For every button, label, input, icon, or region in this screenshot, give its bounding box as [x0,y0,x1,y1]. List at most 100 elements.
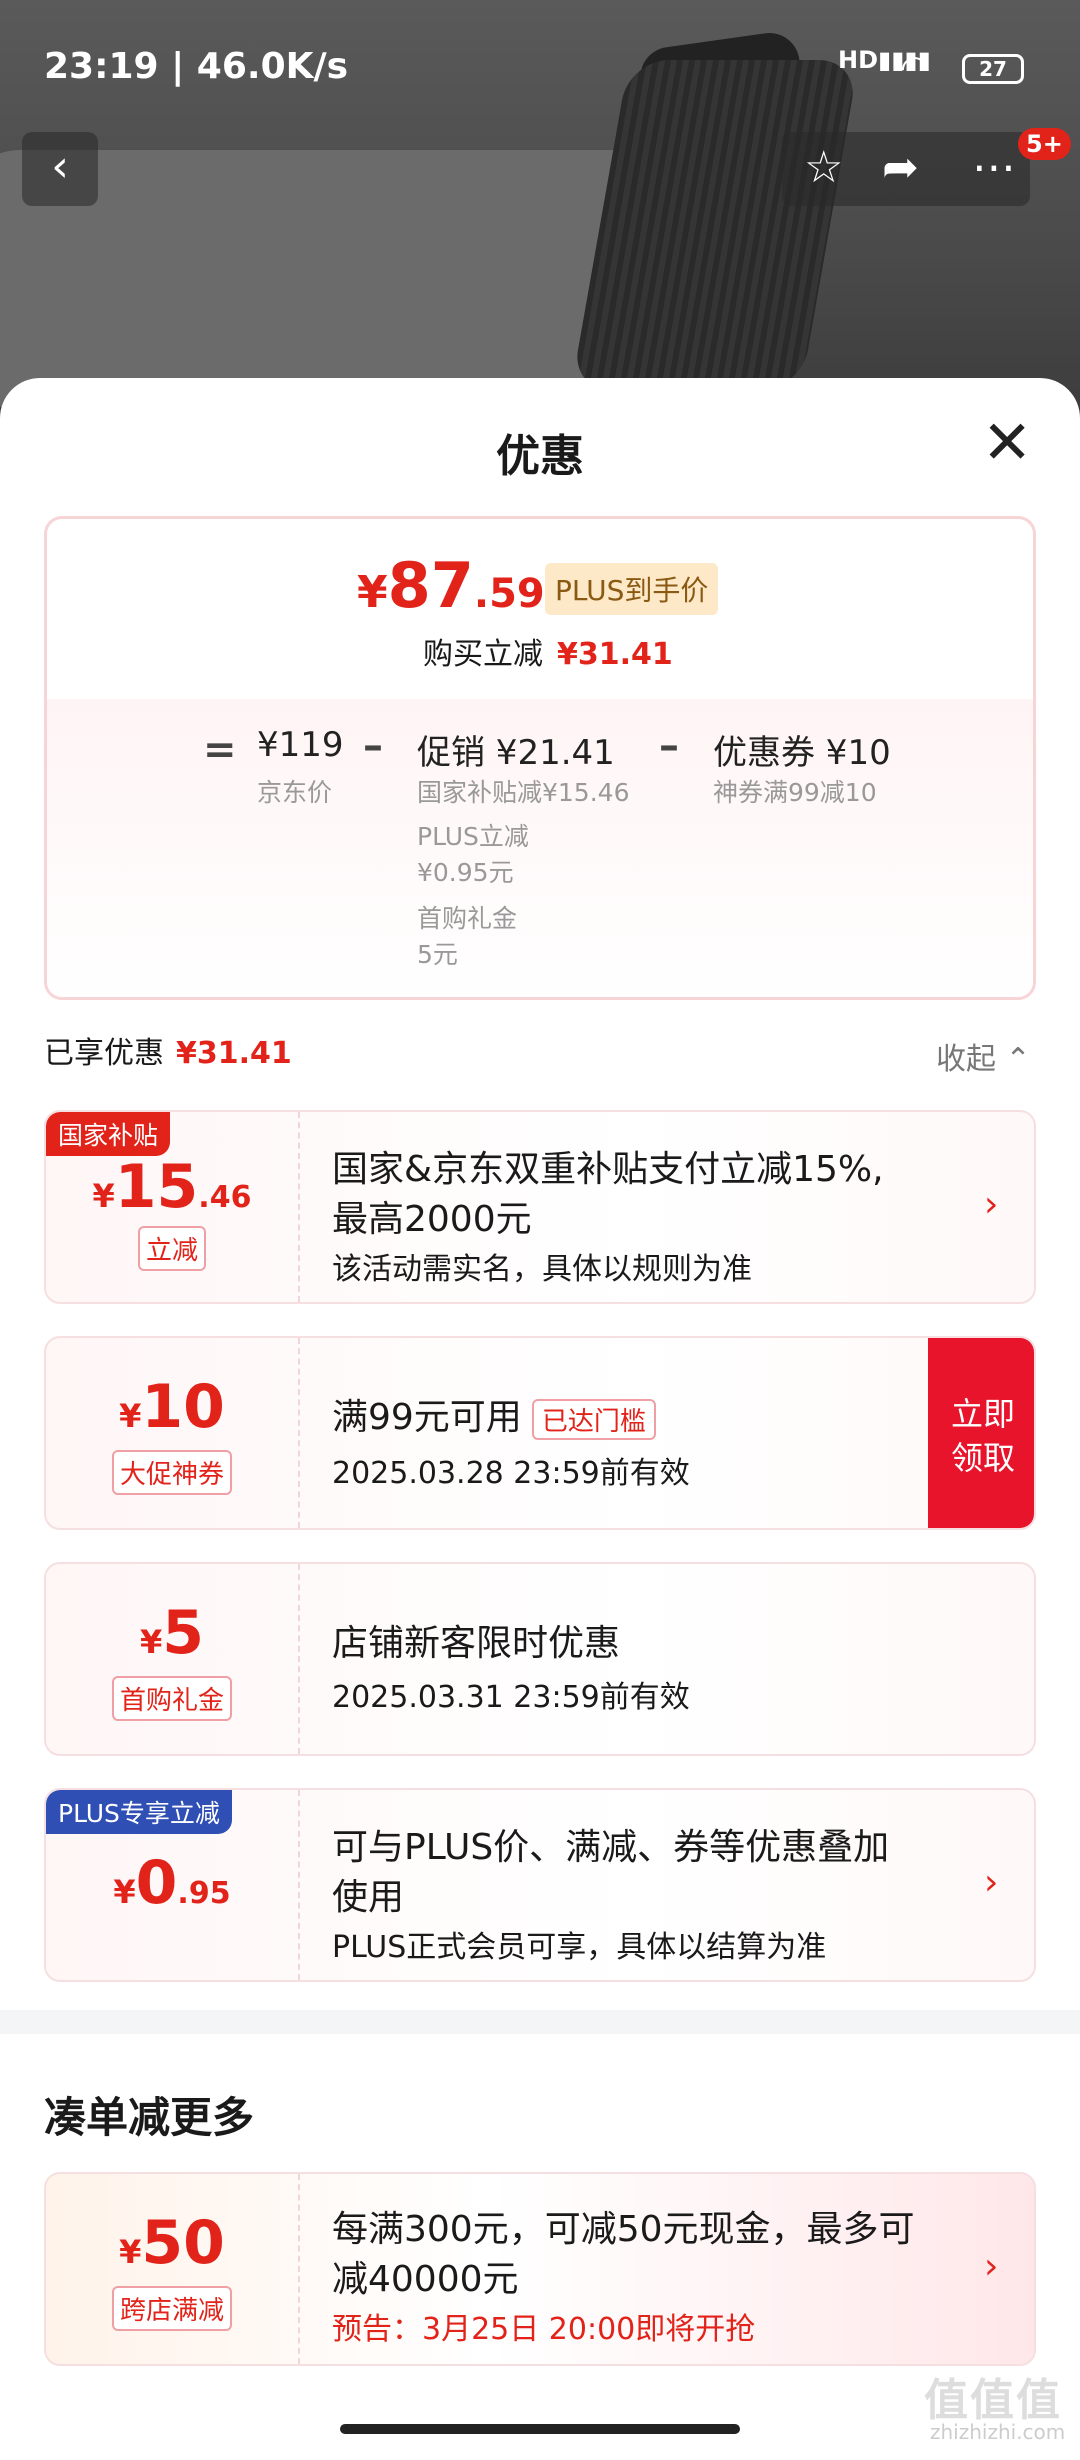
more-section-title: 凑单减更多 [44,2093,255,2142]
enjoyed-discount: 已享优惠 ¥31.41 [44,1028,292,1072]
chevron-right-icon[interactable]: › [984,1862,998,1903]
section-separator [0,2010,1080,2034]
promo-gift: 首购礼金 [417,904,518,933]
chevron-right-icon[interactable]: › [984,2246,998,2287]
coupon-amount: ¥10 [46,1372,298,1442]
amount-integer: 0 [135,1848,178,1918]
subsidy-tag: 国家补贴 [46,1112,171,1156]
cross-store-discount-card[interactable]: ¥50 跨店满减 每满300元，可减50元现金，最多可 减40000元 预告：3… [44,2172,1036,2366]
wifi-icon: ◠ [900,48,930,88]
coupon-desc: PLUS正式会员可享，具体以结算为准 [332,1930,827,1965]
coupon-label-text: 立减 [137,1226,206,1271]
coupon-title: 店铺新客限时优惠 [332,1623,621,1664]
signal-label: HD [838,46,879,74]
amount-integer: 10 [141,1372,225,1442]
coupon-label-text: 跨店满减 [111,2286,232,2331]
enjoyed-label: 已享优惠 [44,1036,164,1071]
coupon-label: 跨店满减 [46,2286,298,2331]
coupon-amount: ¥50 [46,2208,298,2278]
card-preview-notice: 预告：3月25日 20:00即将开抢 [332,2312,756,2347]
card-title-line1: 每满300元，可减50元现金，最多可 [332,2209,915,2250]
coupon-amount: ¥5 [46,1598,298,1668]
coupon-condition: 满99元可用 [332,1397,522,1438]
coupon-label-text: 大促神券 [111,1450,232,1495]
sheet-title: 优惠 [496,431,584,482]
amount-currency: ¥ [139,1623,163,1661]
buy-value: ¥31.41 [557,637,673,672]
coupon-desc: 该活动需实名，具体以规则为准 [332,1252,752,1287]
coupon-validity: 2025.03.31 23:59前有效 [332,1680,690,1715]
price-currency: ¥ [357,567,388,618]
promo-subsidy: 国家补贴减¥15.46 [417,778,630,807]
claim-label-2: 领取 [950,1439,1015,1477]
amount-integer: 15 [114,1152,199,1222]
amount-currency: ¥ [119,2233,142,2271]
price-integer: 87 [387,549,474,622]
equals-sign: = [203,727,237,773]
amount-integer: 50 [141,2208,225,2278]
amount-currency: ¥ [92,1177,115,1215]
coupon-divider [298,1112,300,1302]
final-price: ¥87.59 [357,549,545,622]
message-badge: 5+ [1018,128,1071,160]
status-time: 23:19 | 46.0K/s [44,46,349,87]
battery-icon: 27 [962,54,1024,84]
chevron-right-icon[interactable]: › [984,1184,998,1225]
coupon-total: 优惠券 ¥10 [713,733,891,773]
plus-tag: PLUS专享立减 [46,1790,232,1834]
jd-price: ¥119 [257,725,344,765]
status-bar: 23:19 | 46.0K/s HD▮▮▮▮ ◠ 27 [0,0,1080,130]
coupon-label: 首购礼金 [46,1676,298,1721]
coupon-label: 立减 [46,1226,298,1271]
coupon-divider [298,2174,300,2364]
enjoyed-value: ¥31.41 [176,1036,292,1071]
promo-plus-value: ¥0.95元 [417,858,514,887]
coupon-title-line2: 使用 [332,1877,405,1918]
collapse-button[interactable]: 收起 ⌃ [936,1034,1031,1078]
buy-label: 购买立减 [423,637,543,672]
top-actions: ☆ ➦ ⋯ [782,132,1030,206]
coupon-title-line1: 国家&京东双重补贴支付立减15%, [332,1149,884,1190]
coupon-title-line2: 最高2000元 [332,1199,532,1240]
card-title-line2: 减40000元 [332,2259,519,2300]
threshold-reached-badge: 已达门槛 [531,1398,656,1440]
coupon-label-text: 首购礼金 [111,1676,232,1721]
coupon-first-purchase[interactable]: ¥5 首购礼金 店铺新客限时优惠 2025.03.31 23:59前有效 [44,1562,1036,1756]
coupon-plus[interactable]: PLUS专享立减 ¥0.95 可与PLUS价、满减、券等优惠叠加 使用 PLUS… [44,1788,1036,1982]
promo-plus: PLUS立减 [417,822,529,851]
home-indicator[interactable] [340,2424,740,2434]
coupon-validity: 2025.03.28 23:59前有效 [332,1456,690,1491]
coupon-amount: ¥0.95 [46,1848,298,1918]
amount-currency: ¥ [113,1873,136,1911]
promo-gift-value: 5元 [417,940,458,969]
price-decimal: .59 [473,571,545,617]
coupon-amount: ¥15.46 [46,1152,298,1222]
coupon-label: 大促神券 [46,1450,298,1495]
watermark-logo: 值值值 [924,2375,1062,2426]
plus-price-tag: PLUS到手价 [545,563,719,615]
coupon-divider [298,1564,300,1754]
coupon-promo[interactable]: ¥10 大促神券 满99元可用 已达门槛 2025.03.28 23:59前有效 … [44,1336,1036,1530]
promo-total: 促销 ¥21.41 [417,733,615,773]
price-summary: ¥87.59 PLUS到手价 购买立减 ¥31.41 = ¥119 京东价 – 促… [44,516,1036,1000]
claim-button[interactable]: 立即 领取 [928,1338,1034,1528]
coupon-divider [298,1338,300,1528]
buy-discount: 购买立减 ¥31.41 [423,629,673,673]
amount-decimal: .95 [177,1876,231,1911]
minus-sign: – [659,723,679,769]
close-icon[interactable]: ✕ [982,408,1032,478]
share-icon[interactable]: ➦ [882,140,919,196]
coupon-title-line1: 可与PLUS价、满减、券等优惠叠加 [332,1827,890,1868]
back-button[interactable]: ‹ [22,132,98,206]
discount-sheet: 优惠 ✕ ¥87.59 PLUS到手价 购买立减 ¥31.41 = ¥119 京东… [0,378,1080,2460]
watermark-url: zhizhizhi.com [930,2420,1066,2444]
more-icon[interactable]: ⋯ [972,140,1016,196]
minus-sign: – [363,723,383,769]
coupon-title: 满99元可用 已达门槛 [332,1388,656,1440]
back-icon: ‹ [51,141,69,192]
coupon-subsidy[interactable]: 国家补贴 ¥15.46 立减 国家&京东双重补贴支付立减15%, 最高2000元… [44,1110,1036,1304]
jd-price-label: 京东价 [257,778,333,807]
star-icon[interactable]: ☆ [804,140,843,196]
amount-currency: ¥ [119,1397,142,1435]
amount-decimal: .46 [198,1180,252,1215]
